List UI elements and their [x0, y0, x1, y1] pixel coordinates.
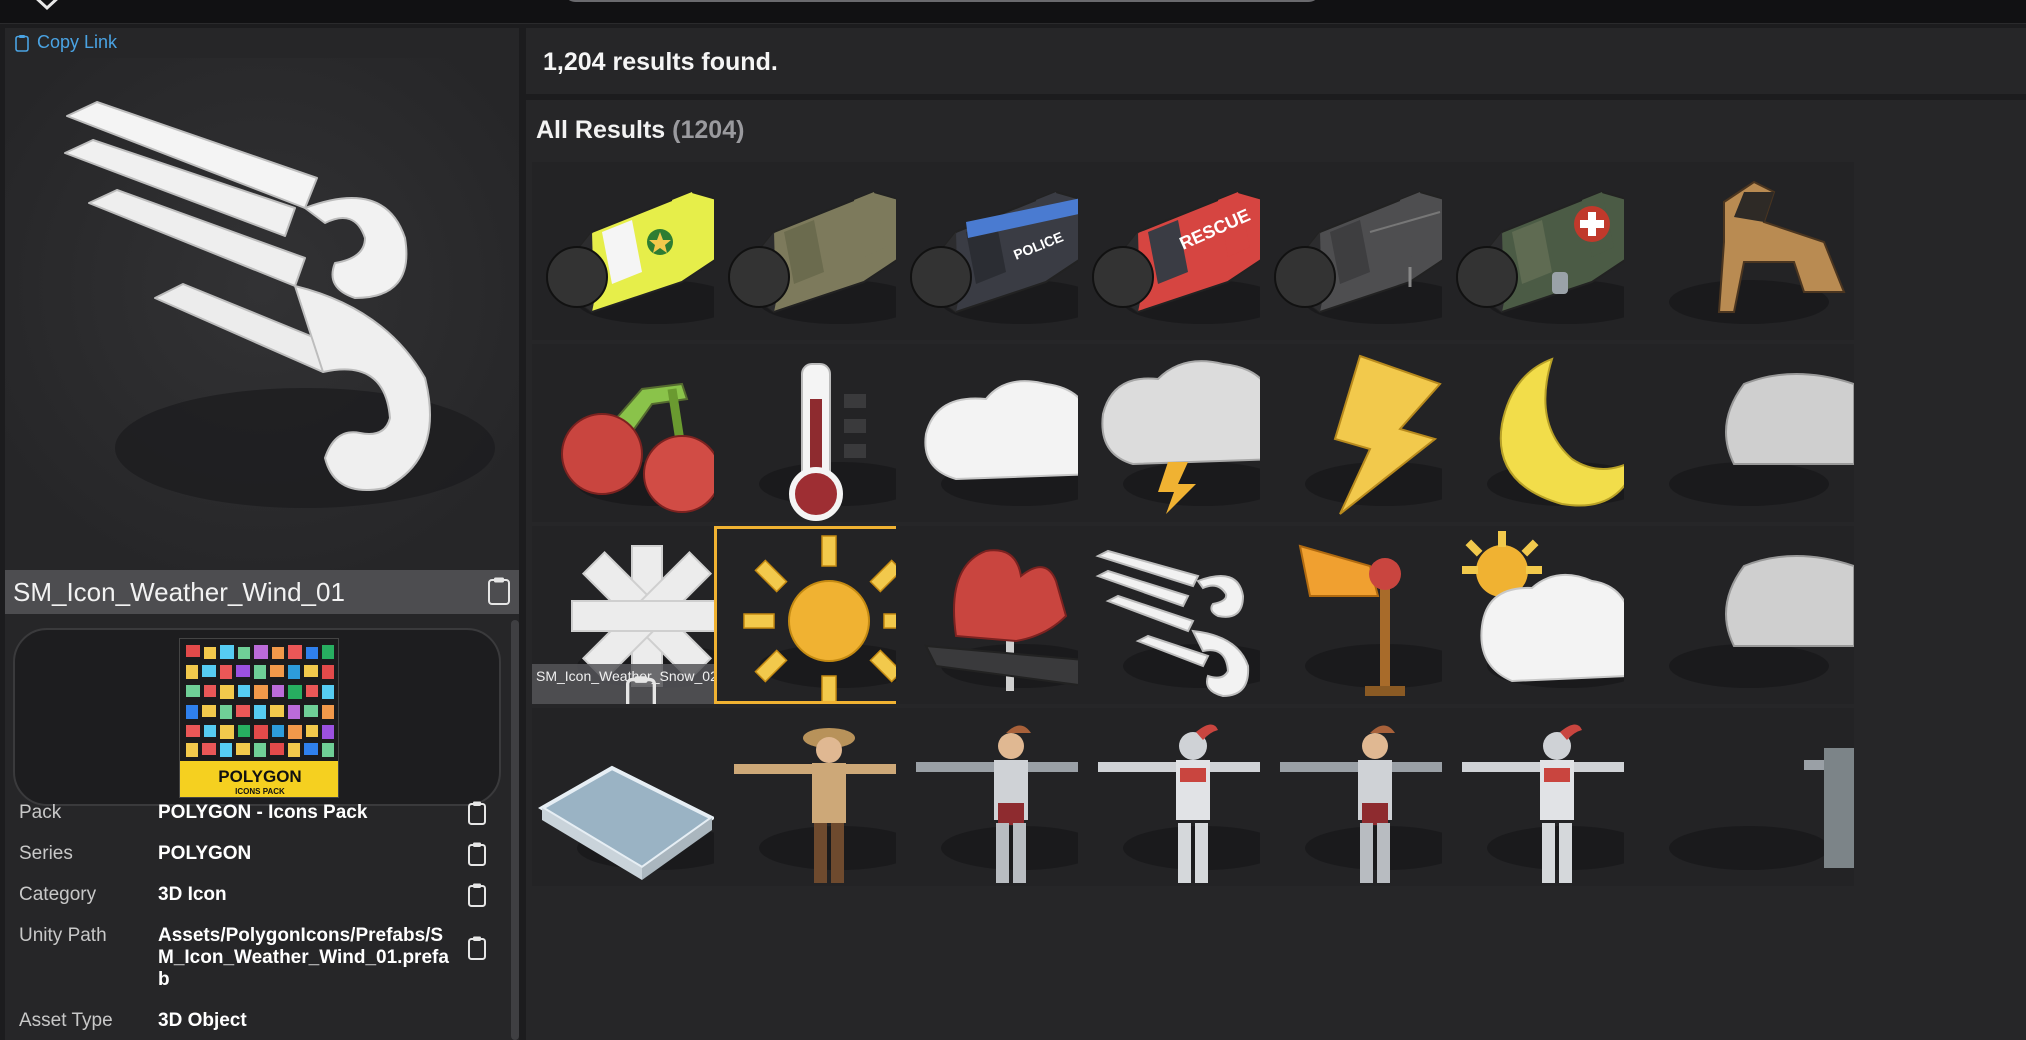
detail-label: Asset Type	[19, 1010, 113, 1031]
results-header: 1,204 results found.	[526, 28, 2026, 94]
clipboard-icon[interactable]	[487, 576, 511, 606]
detail-value[interactable]: 3D Object	[158, 1010, 458, 1032]
copy-link-label: Copy Link	[37, 32, 118, 52]
pack-thumbnail[interactable]: POLYGON ICONS PACK	[179, 638, 339, 798]
section-title: All Results (1204)	[536, 116, 744, 145]
detail-value[interactable]: POLYGON	[158, 843, 458, 865]
copy-link-button[interactable]: Copy Link	[15, 32, 117, 53]
result-tile[interactable]	[1624, 708, 1854, 886]
detail-label: Series	[19, 843, 73, 864]
section-title-label: All Results	[536, 116, 666, 144]
asset-name-bar: SM_Icon_Weather_Wind_01	[5, 570, 519, 614]
detail-label: Category	[19, 884, 97, 905]
detail-scrollbar[interactable]	[511, 620, 519, 1040]
cloud-partial-icon	[1624, 344, 1854, 522]
logo-icon[interactable]	[30, 0, 64, 14]
clipboard-icon[interactable]	[467, 882, 487, 908]
clipboard-icon[interactable]	[467, 841, 487, 867]
dog-icon	[1624, 162, 1854, 340]
detail-label: Pack	[19, 802, 62, 823]
results-count: 1,204 results found.	[543, 48, 778, 76]
asset-name: SM_Icon_Weather_Wind_01	[13, 576, 345, 607]
detail-value[interactable]: Assets/PolygonIcons/Prefabs/SM_Icon_Weat…	[158, 925, 458, 991]
search-input[interactable]	[562, 0, 1322, 2]
clipboard-icon[interactable]	[467, 935, 487, 961]
icons-pack-cover-icon: POLYGON ICONS PACK	[180, 639, 338, 797]
wind-icon	[5, 58, 519, 570]
section-count: (1204)	[672, 116, 745, 144]
pack-thumb-title: POLYGON	[218, 767, 301, 786]
detail-label: Unity Path	[19, 925, 107, 946]
pack-card[interactable]: POLYGON ICONS PACK	[13, 628, 501, 806]
detail-value[interactable]: POLYGON - Icons Pack	[158, 802, 458, 824]
result-tile[interactable]	[1624, 344, 1854, 522]
pack-thumb-subtitle: ICONS PACK	[235, 787, 285, 796]
asset-preview[interactable]	[5, 58, 519, 570]
cloud-partial-icon	[1624, 526, 1854, 704]
top-bar	[0, 0, 2026, 24]
clipboard-icon	[15, 34, 29, 52]
character-partial-icon	[1624, 708, 1854, 886]
result-tile[interactable]	[1624, 526, 1854, 704]
clipboard-icon[interactable]	[467, 800, 487, 826]
result-tile[interactable]	[1624, 162, 1854, 340]
detail-value[interactable]: 3D Icon	[158, 884, 458, 906]
asset-detail-panel: Copy Link SM_Icon_Weather_Wind_01 POLYGO…	[5, 28, 519, 1040]
results-panel: All Results (1204) POLICE RESCUE SM_Icon_W…	[526, 100, 2026, 1040]
